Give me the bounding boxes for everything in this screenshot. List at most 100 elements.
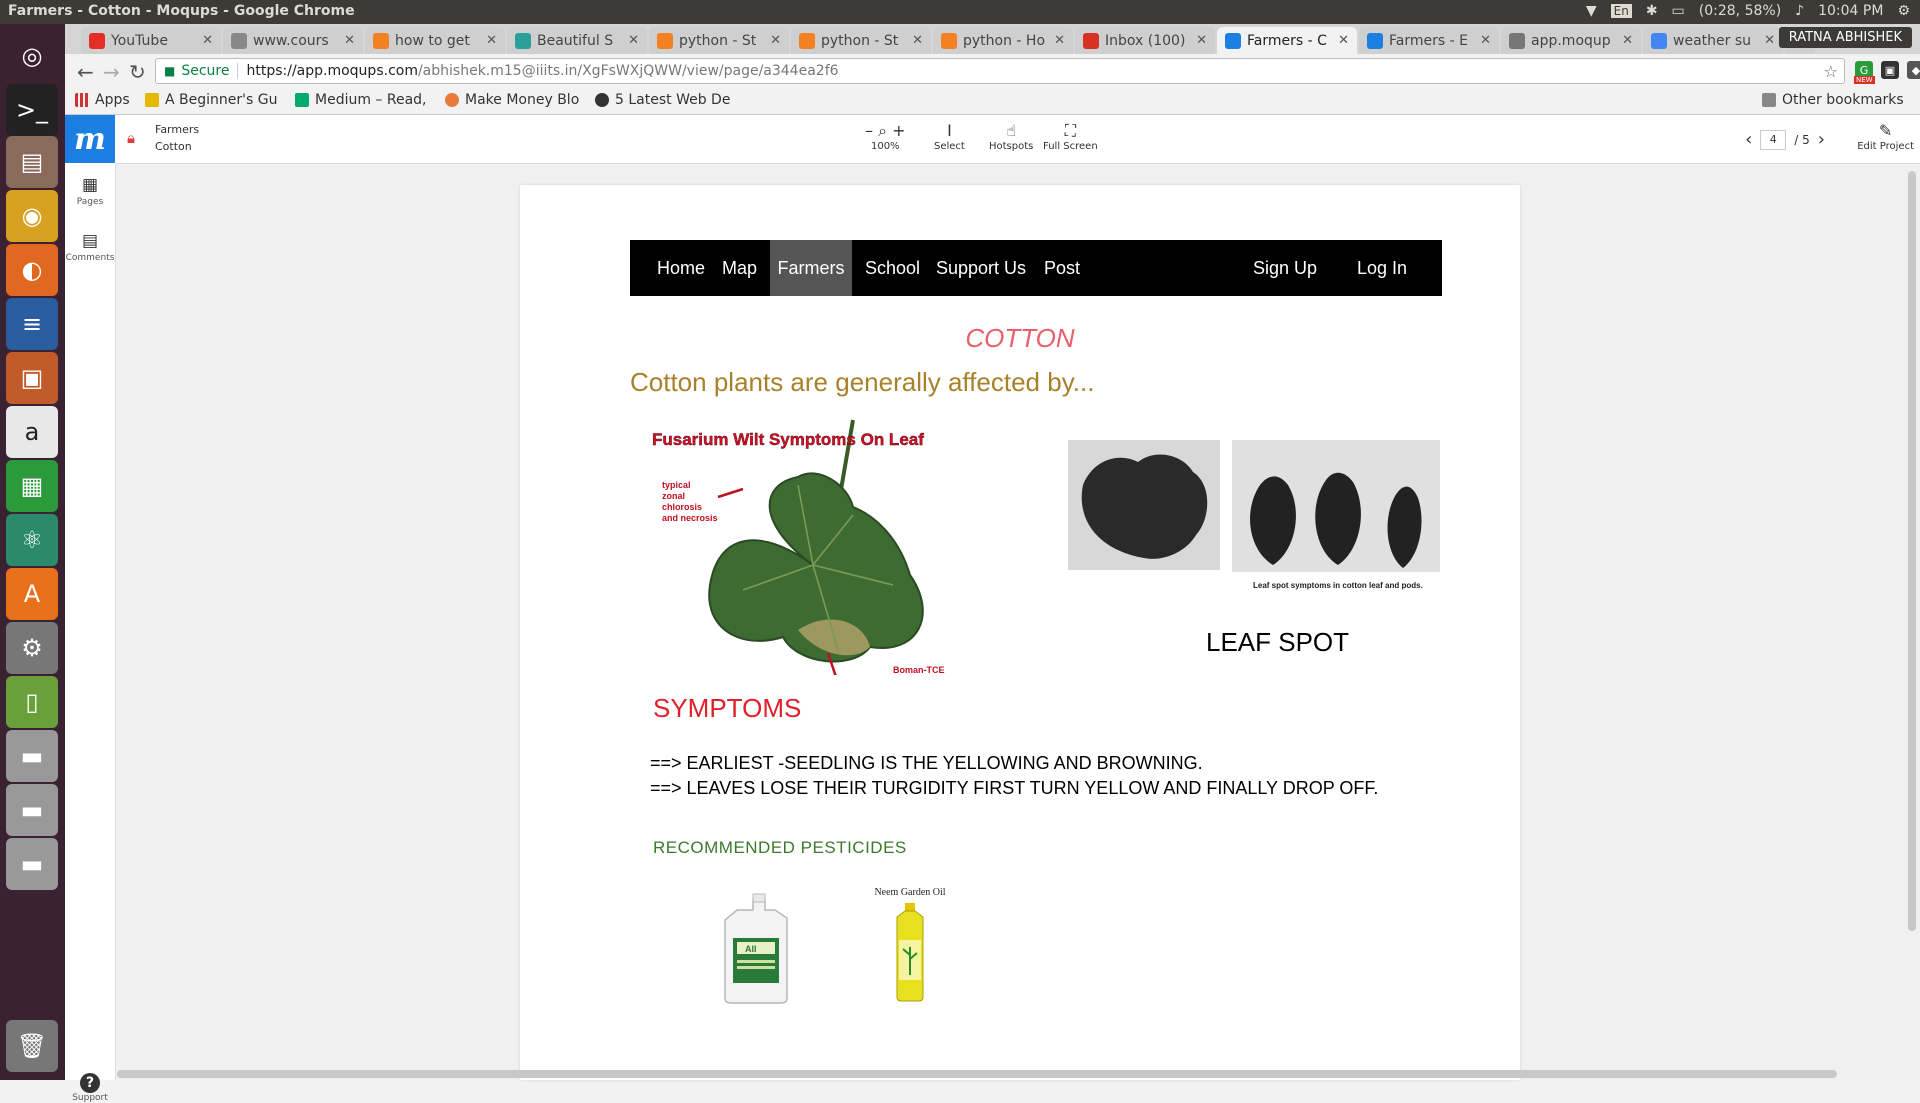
tab-beautiful-s[interactable]: Beautiful S ✕: [507, 27, 647, 54]
close-tab-icon[interactable]: ✕: [912, 33, 923, 48]
extension-shield-icon[interactable]: ◆: [1907, 61, 1920, 79]
link-icon: [231, 32, 247, 49]
bookmark-apps[interactable]: Apps: [75, 92, 130, 108]
close-tab-icon[interactable]: ✕: [770, 33, 781, 48]
symptom-line: ==> LEAVES LOSE THEIR TURGIDITY FIRST TU…: [650, 778, 1379, 798]
app-icon[interactable]: ▯: [6, 676, 58, 728]
fullscreen-tool[interactable]: ⛶ Full Screen: [1043, 121, 1098, 152]
battery-icon[interactable]: ▭: [1672, 3, 1685, 19]
ubuntu-dash-icon[interactable]: ◎: [6, 30, 58, 82]
fusarium-note-1: typical: [662, 480, 691, 490]
forward-arrow-icon[interactable]: →: [103, 60, 120, 84]
atom-icon[interactable]: ⚛: [6, 514, 58, 566]
tab-youtube[interactable]: YouTube ✕: [81, 27, 221, 54]
tab-python-st[interactable]: python - St ✕: [791, 27, 931, 54]
neem-label: Neem Garden Oil: [874, 887, 945, 898]
profile-name[interactable]: RATNA ABHISHEK: [1778, 27, 1912, 48]
tab-www-cours[interactable]: www.cours ✕: [223, 27, 363, 54]
jug-label: All: [745, 944, 757, 954]
tab-farmers-c[interactable]: Farmers - C ✕: [1217, 27, 1357, 54]
power-gear-icon[interactable]: ⚙: [1897, 3, 1910, 19]
amazon-icon[interactable]: a: [6, 406, 58, 458]
firefox-icon[interactable]: ◐: [6, 244, 58, 296]
nav-home[interactable]: Home: [657, 240, 705, 296]
tab-app-moqup[interactable]: app.moqup ✕: [1501, 27, 1641, 54]
support-button[interactable]: ? Support: [65, 1073, 115, 1103]
tab-python-ho[interactable]: python - Ho ✕: [933, 27, 1073, 54]
close-tab-icon[interactable]: ✕: [1764, 33, 1775, 48]
edit-project-button[interactable]: ✎ Edit Project: [1857, 121, 1914, 152]
hotspots-tool[interactable]: ☝ Hotspots: [989, 121, 1033, 152]
pencil-icon: ✎: [1878, 121, 1893, 140]
breadcrumb-project[interactable]: Farmers: [155, 121, 199, 138]
bookmark-medium[interactable]: Medium – Read,: [295, 92, 427, 108]
select-tool[interactable]: I Select: [934, 121, 965, 152]
close-tab-icon[interactable]: ✕: [344, 33, 355, 48]
address-bar[interactable]: ■ Secure https://app.moqups.com/abhishek…: [155, 58, 1845, 84]
pesticide-jug-image: All: [724, 893, 788, 1004]
moqups-icon: [1225, 32, 1241, 49]
close-tab-icon[interactable]: ✕: [202, 33, 213, 48]
wifi-icon[interactable]: ▼: [1586, 3, 1597, 19]
back-arrow-icon[interactable]: ←: [77, 60, 94, 84]
bookmark-latest-web[interactable]: 5 Latest Web De: [595, 92, 730, 108]
close-tab-icon[interactable]: ✕: [486, 33, 497, 48]
nav-log-in[interactable]: Log In: [1357, 240, 1407, 296]
clock[interactable]: 10:04 PM: [1818, 3, 1883, 19]
extension-box-icon[interactable]: ▣: [1881, 61, 1899, 79]
close-tab-icon[interactable]: ✕: [1338, 33, 1349, 48]
close-tab-icon[interactable]: ✕: [1622, 33, 1633, 48]
close-tab-icon[interactable]: ✕: [1196, 33, 1207, 48]
comments-button[interactable]: ▤ Comments: [65, 231, 115, 263]
keyboard-indicator[interactable]: En: [1610, 4, 1632, 18]
close-tab-icon[interactable]: ✕: [1480, 33, 1491, 48]
nav-post[interactable]: Post: [1044, 240, 1080, 296]
drive-icon[interactable]: ▬: [6, 730, 58, 782]
battery-status[interactable]: (0:28, 58%): [1699, 3, 1781, 19]
prev-page-icon[interactable]: ‹: [1745, 129, 1752, 150]
bookmark-make-money[interactable]: Make Money Blo: [445, 92, 579, 108]
moqups-logo[interactable]: m: [65, 115, 115, 163]
vertical-scrollbar[interactable]: [1908, 171, 1916, 931]
bookmark-star-icon[interactable]: ☆: [1824, 62, 1838, 81]
nav-map[interactable]: Map: [722, 240, 757, 296]
tab-python-st[interactable]: python - St ✕: [649, 27, 789, 54]
libreoffice-writer-icon[interactable]: ≡: [6, 298, 58, 350]
terminal-icon[interactable]: >_: [6, 84, 58, 136]
nav-farmers[interactable]: Farmers: [770, 240, 852, 296]
chrome-icon[interactable]: ◉: [6, 190, 58, 242]
zoom-icon[interactable]: – ⌕ +: [865, 121, 906, 141]
libreoffice-calc-icon[interactable]: ▦: [6, 460, 58, 512]
arrow-to-leaf: [717, 487, 744, 499]
tab-inbox-100[interactable]: Inbox (100) ✕: [1075, 27, 1215, 54]
neem-oil-image: Neem Garden Oil: [874, 887, 946, 1002]
close-tab-icon[interactable]: ✕: [628, 33, 639, 48]
bookmark-k-icon: [145, 93, 159, 107]
nav-sign-up[interactable]: Sign Up: [1253, 240, 1317, 296]
system-settings-icon[interactable]: ⚙: [6, 622, 58, 674]
tab-how-to-get[interactable]: how to get ✕: [365, 27, 505, 54]
bookmark-beginners-guide[interactable]: A Beginner's Gu: [145, 92, 277, 108]
bluetooth-icon[interactable]: ✱: [1646, 3, 1658, 19]
nav-support-us[interactable]: Support Us: [936, 240, 1026, 296]
reload-icon[interactable]: ↻: [129, 60, 146, 84]
tab-weather-su[interactable]: weather su ✕: [1643, 27, 1783, 54]
zoom-control[interactable]: – ⌕ + 100%: [865, 121, 906, 152]
text-cursor-icon: I: [947, 121, 952, 140]
files-icon[interactable]: ▤: [6, 136, 58, 188]
close-tab-icon[interactable]: ✕: [1054, 33, 1065, 48]
breadcrumb-page[interactable]: Cotton: [155, 138, 199, 155]
volume-icon[interactable]: ♪: [1795, 3, 1804, 19]
other-bookmarks[interactable]: Other bookmarks: [1762, 92, 1904, 108]
drive-icon-2[interactable]: ▬: [6, 784, 58, 836]
page-number-input[interactable]: 4: [1760, 129, 1787, 150]
next-page-icon[interactable]: ›: [1818, 129, 1825, 150]
tab-farmers-e[interactable]: Farmers - E ✕: [1359, 27, 1499, 54]
software-center-icon[interactable]: A: [6, 568, 58, 620]
trash-icon[interactable]: 🗑: [6, 1020, 58, 1072]
libreoffice-impress-icon[interactable]: ▣: [6, 352, 58, 404]
drive-icon-3[interactable]: ▬: [6, 838, 58, 890]
pages-button[interactable]: ▦ Pages: [65, 175, 115, 207]
horizontal-scrollbar[interactable]: [117, 1070, 1837, 1078]
nav-school[interactable]: School: [865, 240, 920, 296]
